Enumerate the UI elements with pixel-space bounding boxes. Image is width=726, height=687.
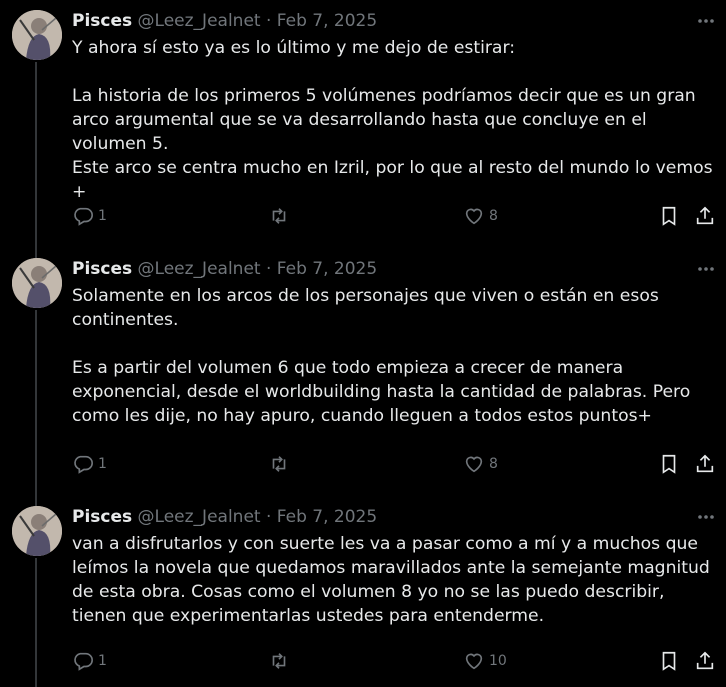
- more-icon: [698, 19, 714, 23]
- share-button[interactable]: [694, 452, 716, 476]
- tweet-header: Pisces @Leez_Jealnet · Feb 7, 2025: [72, 10, 377, 32]
- handle[interactable]: @Leez_Jealnet: [138, 11, 261, 31]
- display-name[interactable]: Pisces: [72, 11, 132, 31]
- reply-button[interactable]: 1: [72, 204, 107, 228]
- more-icon: [698, 267, 714, 271]
- tweet-actions: 1 8: [72, 204, 722, 228]
- like-button[interactable]: 10: [463, 649, 507, 673]
- tweet[interactable]: Pisces @Leez_Jealnet · Feb 7, 2025 van a…: [0, 498, 726, 687]
- timestamp[interactable]: Feb 7, 2025: [277, 507, 377, 527]
- timestamp[interactable]: Feb 7, 2025: [277, 11, 377, 31]
- retweet-button[interactable]: [268, 204, 294, 228]
- tweet-text: Solamente en los arcos de los personajes…: [72, 286, 691, 426]
- tweet-header: Pisces @Leez_Jealnet · Feb 7, 2025: [72, 258, 377, 280]
- more-button[interactable]: [696, 506, 716, 528]
- handle[interactable]: @Leez_Jealnet: [138, 259, 261, 279]
- display-name[interactable]: Pisces: [72, 259, 132, 279]
- bookmark-button[interactable]: [658, 452, 680, 476]
- heart-icon: [465, 456, 483, 473]
- reply-button[interactable]: 1: [72, 649, 107, 673]
- reply-icon: [74, 455, 93, 474]
- share-icon: [696, 454, 714, 473]
- separator: ·: [265, 11, 272, 31]
- timestamp[interactable]: Feb 7, 2025: [277, 259, 377, 279]
- heart-icon: [465, 208, 483, 225]
- bookmark-button[interactable]: [658, 649, 680, 673]
- tweet-text: Y ahora sí esto ya es lo último y me dej…: [72, 38, 713, 202]
- like-button[interactable]: 8: [463, 204, 498, 228]
- like-button[interactable]: 8: [463, 452, 498, 476]
- like-count: 8: [489, 208, 498, 224]
- avatar[interactable]: [12, 10, 62, 60]
- avatar[interactable]: [12, 258, 62, 308]
- reply-count: 1: [98, 208, 107, 224]
- share-button[interactable]: [694, 649, 716, 673]
- avatar[interactable]: [12, 506, 62, 556]
- more-button[interactable]: [696, 10, 716, 32]
- bookmark-icon: [662, 454, 676, 474]
- tweet-actions: 1 8: [72, 452, 722, 476]
- retweet-icon: [272, 653, 286, 669]
- reply-count: 1: [98, 456, 107, 472]
- share-icon: [696, 651, 714, 670]
- bookmark-icon: [662, 651, 676, 671]
- more-button[interactable]: [696, 258, 716, 280]
- retweet-button[interactable]: [268, 649, 294, 673]
- tweet-text: van a disfrutarlos y con suerte les va a…: [72, 534, 716, 626]
- retweet-icon: [272, 208, 286, 224]
- tweet[interactable]: Pisces @Leez_Jealnet · Feb 7, 2025 Y aho…: [0, 2, 726, 250]
- reply-icon: [74, 207, 93, 226]
- retweet-icon: [272, 456, 286, 472]
- heart-icon: [465, 653, 483, 670]
- like-count: 10: [489, 653, 507, 669]
- retweet-button[interactable]: [268, 452, 294, 476]
- share-button[interactable]: [694, 204, 716, 228]
- display-name[interactable]: Pisces: [72, 507, 132, 527]
- reply-count: 1: [98, 653, 107, 669]
- tweet[interactable]: Pisces @Leez_Jealnet · Feb 7, 2025 Solam…: [0, 250, 726, 498]
- separator: ·: [265, 259, 272, 279]
- handle[interactable]: @Leez_Jealnet: [138, 507, 261, 527]
- bookmark-button[interactable]: [658, 204, 680, 228]
- reply-button[interactable]: 1: [72, 452, 107, 476]
- share-icon: [696, 206, 714, 225]
- reply-icon: [74, 652, 93, 671]
- separator: ·: [265, 507, 272, 527]
- tweet-header: Pisces @Leez_Jealnet · Feb 7, 2025: [72, 506, 377, 528]
- tweet-actions: 1 10: [72, 649, 722, 673]
- like-count: 8: [489, 456, 498, 472]
- more-icon: [698, 515, 714, 519]
- bookmark-icon: [662, 206, 676, 226]
